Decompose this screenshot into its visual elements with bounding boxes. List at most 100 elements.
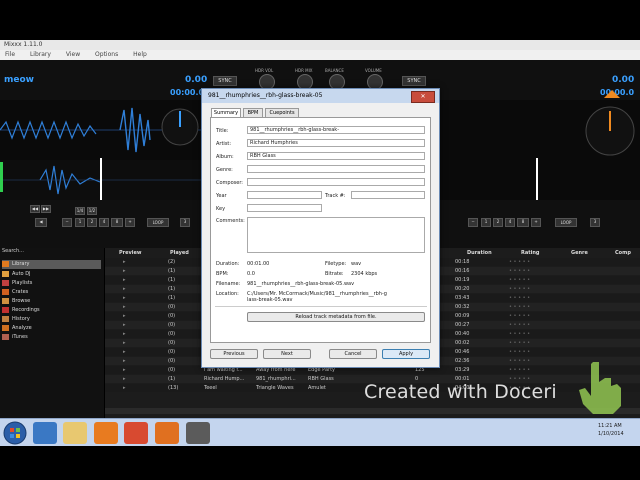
preview-play-icon[interactable]: ▸ [123,348,126,356]
tab-cuepoints[interactable]: Cuepoints [265,108,299,117]
sidebar-item-library[interactable]: Library [12,260,29,268]
sidebar-item-history[interactable]: History [12,315,30,323]
title-field[interactable]: 981__rhumphries__rbh-glass-break- [247,126,425,134]
genre-field[interactable] [247,165,425,173]
rating-stars[interactable]: • • • • • [509,366,530,374]
mixxx-taskbar-icon[interactable] [186,422,210,444]
deck1-loop-half-button[interactable]: − [62,218,72,227]
preview-play-icon[interactable]: ▸ [123,303,126,311]
menu-options[interactable]: Options [95,51,118,58]
apply-button[interactable]: Apply [382,349,430,359]
rating-stars[interactable]: • • • • • [509,339,530,347]
deck2-loop-size-4[interactable]: 4 [505,218,515,227]
sidebar-item-crates[interactable]: Crates [12,288,28,296]
album-field[interactable]: RBH Glass [247,152,425,160]
deck1-loop-button[interactable]: LOOP [147,218,169,227]
deck2-loop-size-8[interactable]: 8 [517,218,529,227]
firefox-taskbar-icon[interactable] [155,422,179,444]
deck2-spinny[interactable] [582,105,638,157]
col-preview[interactable]: Preview [119,250,142,256]
menu-view[interactable]: View [66,51,80,58]
preview-play-icon[interactable]: ▸ [123,312,126,320]
col-comp[interactable]: Comp [615,250,631,256]
rating-stars[interactable]: • • • • • [509,267,530,275]
preview-play-icon[interactable]: ▸ [123,321,126,329]
key-field[interactable] [247,204,322,212]
deck1-loop-size-4[interactable]: 4 [99,218,109,227]
deck1-sync-button[interactable]: SYNC [213,76,237,86]
previous-button[interactable]: Previous [210,349,258,359]
col-rating[interactable]: Rating [521,250,539,256]
deck1-loop-size-1[interactable]: 1 [75,218,85,227]
deck2-loop-size-1[interactable]: 1 [481,218,491,227]
explorer-taskbar-icon[interactable] [63,422,87,444]
preview-play-icon[interactable]: ▸ [123,384,126,392]
preview-play-icon[interactable]: ▸ [123,285,126,293]
preview-play-icon[interactable]: ▸ [123,339,126,347]
rating-stars[interactable]: • • • • • [509,321,530,329]
composer-field[interactable] [247,178,425,186]
dialog-close-button[interactable]: ✕ [411,91,435,103]
deck2-sync-button[interactable]: SYNC [402,76,426,86]
chrome-taskbar-icon[interactable] [124,422,148,444]
deck1-loop-size-8[interactable]: 8 [111,218,123,227]
search-input[interactable]: Search... [2,248,102,256]
deck1-ff-button[interactable]: ▶▶ [41,205,51,213]
sidebar-item-autodj[interactable]: Auto DJ [12,270,31,278]
ie-taskbar-icon[interactable] [33,422,57,444]
preview-play-icon[interactable]: ▸ [123,330,126,338]
rating-stars[interactable]: • • • • • [509,258,530,266]
tab-summary[interactable]: Summary [211,108,241,117]
rating-stars[interactable]: • • • • • [509,312,530,320]
deck1-cue-3[interactable]: 3 [180,218,190,227]
rating-stars[interactable]: • • • • • [509,285,530,293]
deck2-loop-half-button[interactable]: − [468,218,478,227]
col-duration[interactable]: Duration [467,250,492,256]
preview-play-icon[interactable]: ▸ [123,366,126,374]
tab-bpm[interactable]: BPM [243,108,263,117]
preview-play-icon[interactable]: ▸ [123,276,126,284]
sidebar-item-recordings[interactable]: Recordings [12,306,40,314]
menu-file[interactable]: File [5,51,15,58]
sidebar-item-itunes[interactable]: iTunes [12,333,28,341]
preview-play-icon[interactable]: ▸ [123,375,126,383]
reload-metadata-button[interactable]: Reload track metadata from file. [247,312,425,322]
col-played[interactable]: Played [170,250,189,256]
sidebar-item-browse[interactable]: Browse [12,297,30,305]
comments-field[interactable] [247,217,425,253]
sidebar-item-playlists[interactable]: Playlists [12,279,32,287]
deck1-rewind-button[interactable]: ◀◀ [30,205,40,213]
preview-play-icon[interactable]: ▸ [123,258,126,266]
clock-date[interactable]: 1/10/2014 [598,431,624,437]
sidebar-item-analyze[interactable]: Analyze [12,324,32,332]
year-field[interactable] [247,191,322,199]
deck1-loop-size-2[interactable]: 2 [87,218,97,227]
deck2-loop-button[interactable]: LOOP [555,218,577,227]
rating-stars[interactable]: • • • • • [509,348,530,356]
next-button[interactable]: Next [263,349,311,359]
menu-library[interactable]: Library [30,51,51,58]
deck2-loop-size-2[interactable]: 2 [493,218,503,227]
start-button-icon[interactable] [3,421,27,445]
deck2-loop-double-button[interactable]: + [531,218,541,227]
track-number-field[interactable] [351,191,425,199]
vlc-taskbar-icon[interactable] [94,422,118,444]
preview-play-icon[interactable]: ▸ [123,294,126,302]
rating-stars[interactable]: • • • • • [509,330,530,338]
rating-stars[interactable]: • • • • • [509,276,530,284]
deck1-prev-button[interactable]: ◀ [35,218,47,227]
menu-help[interactable]: Help [133,51,147,58]
cancel-button[interactable]: Cancel [329,349,377,359]
system-tray[interactable] [500,427,570,439]
deck2-cue-3[interactable]: 3 [590,218,600,227]
artist-field[interactable]: Richard Humphries [247,139,425,147]
deck1-loop-frac-1[interactable]: 1/4 [75,207,85,215]
preview-play-icon[interactable]: ▸ [123,357,126,365]
rating-stars[interactable]: • • • • • [509,357,530,365]
rating-stars[interactable]: • • • • • [509,303,530,311]
deck1-loop-frac-2[interactable]: 1/2 [87,207,97,215]
preview-play-icon[interactable]: ▸ [123,267,126,275]
deck1-spinny[interactable] [160,105,200,149]
clock-time[interactable]: 11:21 AM [598,423,622,429]
horizontal-scrollbar[interactable] [105,408,640,414]
